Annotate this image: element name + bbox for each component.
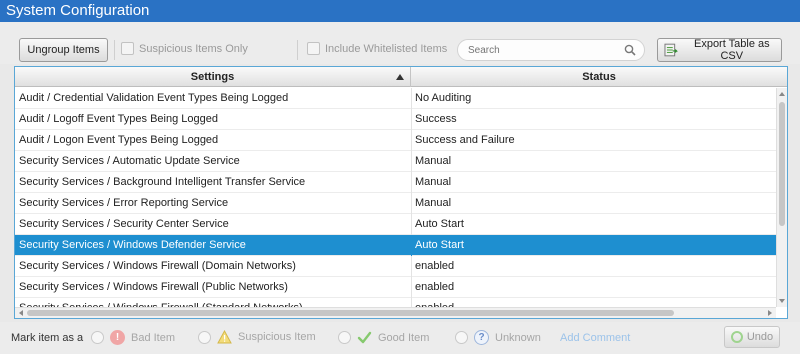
column-divider [411, 130, 412, 151]
radio-button[interactable] [91, 331, 104, 344]
status-cell: Success and Failure [415, 134, 515, 146]
status-cell: Success [415, 113, 457, 125]
column-divider [411, 298, 412, 307]
table-row[interactable]: Security Services / Windows Firewall (Pu… [15, 277, 776, 298]
table-body: Audit / Credential Validation Event Type… [15, 88, 776, 307]
window-title: System Configuration [0, 0, 800, 22]
setting-cell: Security Services / Windows Firewall (Pu… [19, 281, 288, 293]
checkbox-box[interactable] [121, 42, 134, 55]
status-cell: enabled [415, 260, 455, 272]
horizontal-scrollbar[interactable] [15, 307, 776, 318]
table-header: Settings Status [15, 67, 787, 87]
column-divider [411, 151, 412, 172]
add-comment-link[interactable]: Add Comment [560, 332, 630, 344]
status-cell: No Auditing [415, 92, 472, 104]
scroll-down-arrow-icon[interactable] [779, 299, 785, 303]
search-input[interactable] [458, 40, 618, 60]
export-csv-label: Export Table as CSV [693, 38, 770, 62]
radio-button[interactable] [455, 331, 468, 344]
table-row[interactable]: Audit / Credential Validation Event Type… [15, 88, 776, 109]
setting-cell: Security Services / Background Intellige… [19, 176, 306, 188]
table-row[interactable]: Security Services / Security Center Serv… [15, 214, 776, 235]
undo-button[interactable]: Undo [724, 326, 780, 348]
suspicious-only-label: Suspicious Items Only [139, 42, 248, 55]
column-divider [411, 109, 412, 130]
mark-bad-option[interactable]: ! Bad Item [91, 330, 175, 345]
scroll-left-arrow-icon[interactable] [19, 310, 23, 316]
setting-cell: Security Services / Windows Defender Ser… [19, 239, 246, 251]
bad-item-label: Bad Item [131, 331, 176, 344]
good-item-label: Good Item [378, 331, 430, 344]
setting-cell: Audit / Credential Validation Event Type… [19, 92, 289, 104]
setting-cell: Security Services / Error Reporting Serv… [19, 197, 229, 209]
toolbar-separator [297, 40, 298, 60]
column-divider [411, 256, 412, 277]
warning-icon [217, 330, 232, 344]
setting-cell: Security Services / Security Center Serv… [19, 218, 229, 230]
ungroup-items-button[interactable]: Ungroup Items [19, 38, 108, 62]
search-icon[interactable] [624, 44, 636, 56]
toolbar-separator [114, 40, 115, 60]
column-divider [411, 172, 412, 193]
status-cell: enabled [415, 298, 775, 307]
sort-ascending-icon [396, 74, 404, 80]
table-row[interactable]: Security Services / Background Intellige… [15, 172, 776, 193]
column-divider [411, 277, 412, 298]
setting-cell: Security Services / Windows Firewall (Do… [19, 260, 296, 272]
include-whitelisted-label: Include Whitelisted Items [325, 42, 448, 55]
radio-button[interactable] [198, 330, 211, 344]
checkmark-icon [357, 331, 372, 344]
status-cell: Manual [415, 176, 452, 188]
include-whitelisted-checkbox[interactable]: Include Whitelisted Items [307, 42, 447, 55]
settings-table: Settings Status Audit / Credential Valid… [14, 66, 788, 319]
setting-cell: Security Services / Automatic Update Ser… [19, 155, 240, 167]
vertical-scrollbar[interactable] [776, 88, 787, 307]
suspicious-only-checkbox[interactable]: Suspicious Items Only [121, 42, 248, 55]
export-csv-button[interactable]: Export Table as CSV [657, 38, 782, 62]
scrollbar-thumb[interactable] [27, 310, 674, 316]
setting-cell: Audit / Logon Event Types Being Logged [19, 134, 219, 146]
csv-export-icon [664, 43, 678, 57]
table-row[interactable]: Security Services / Error Reporting Serv… [15, 193, 776, 214]
column-header-settings[interactable]: Settings [15, 67, 411, 87]
scrollbar-thumb[interactable] [779, 102, 785, 226]
column-divider [411, 214, 412, 235]
column-header-settings-label: Settings [190, 71, 235, 83]
toolbar: Ungroup Items Suspicious Items Only Incl… [0, 22, 800, 64]
search-box[interactable] [457, 39, 645, 61]
status-cell: Manual [415, 155, 452, 167]
mark-item-bar: Mark item as a ! Bad Item Suspicious Ite… [0, 322, 800, 354]
status-cell: enabled [415, 281, 455, 293]
setting-cell: Security Services / Windows Firewall (St… [19, 298, 407, 307]
table-row[interactable]: Security Services / Automatic Update Ser… [15, 151, 776, 172]
table-row[interactable]: Security Services / Windows Defender Ser… [15, 235, 776, 256]
status-cell: Auto Start [415, 218, 464, 230]
question-icon: ? [474, 330, 489, 345]
mark-item-label: Mark item as a [11, 332, 84, 344]
checkbox-box[interactable] [307, 42, 320, 55]
setting-cell: Audit / Logoff Event Types Being Logged [19, 113, 218, 125]
unknown-label: Unknown [495, 331, 541, 344]
bad-item-icon: ! [110, 330, 125, 345]
status-cell: Manual [415, 197, 452, 209]
table-row[interactable]: Security Services / Windows Firewall (Do… [15, 256, 776, 277]
table-row[interactable]: Audit / Logoff Event Types Being Logged S… [15, 109, 776, 130]
table-row[interactable]: Audit / Logon Event Types Being Logged Su… [15, 130, 776, 151]
column-divider [411, 235, 412, 256]
mark-good-option[interactable]: Good Item [338, 330, 429, 345]
scroll-up-arrow-icon[interactable] [779, 92, 785, 96]
column-header-status-label: Status [582, 71, 616, 83]
scroll-right-arrow-icon[interactable] [768, 310, 772, 316]
mark-suspicious-option[interactable]: Suspicious Item [198, 330, 316, 344]
column-divider [411, 88, 412, 109]
column-divider [411, 193, 412, 214]
mark-unknown-option[interactable]: ? Unknown [455, 330, 541, 345]
column-header-status[interactable]: Status [411, 67, 787, 87]
status-cell: Auto Start [415, 239, 464, 251]
table-row[interactable]: Security Services / Windows Firewall (St… [15, 298, 776, 307]
undo-icon [730, 331, 743, 343]
suspicious-item-label: Suspicious Item [238, 331, 316, 343]
radio-button[interactable] [338, 331, 351, 344]
undo-label: Undo [746, 331, 774, 343]
